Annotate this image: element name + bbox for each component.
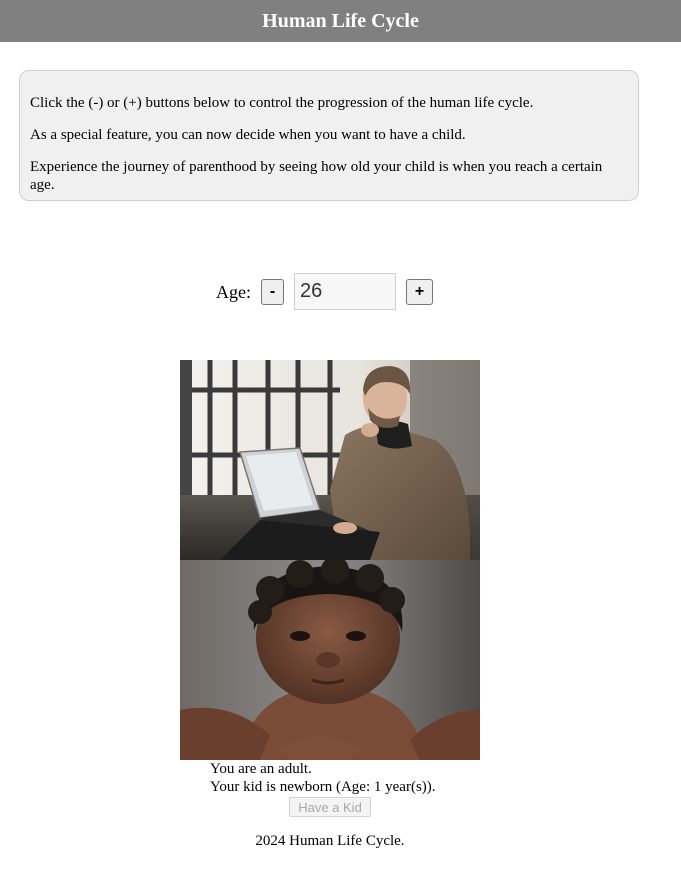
adult-photo-image <box>180 360 480 560</box>
have-a-kid-button[interactable]: Have a Kid <box>289 797 371 817</box>
page-header: Human Life Cycle <box>0 0 681 42</box>
increment-age-button[interactable]: + <box>406 279 433 305</box>
age-control: Age: - 26 + <box>0 273 681 310</box>
age-input[interactable]: 26 <box>294 273 396 310</box>
footer-text: 2024 Human Life Cycle. <box>255 833 405 849</box>
adult-status-text: You are an adult. <box>210 761 312 777</box>
page-title: Human Life Cycle <box>262 10 419 32</box>
kid-photo <box>180 560 480 760</box>
kid-status-text: Your kid is newborn (Age: 1 year(s)). <box>210 779 436 795</box>
instruction-line: As a special feature, you can now decide… <box>30 127 466 143</box>
decrement-age-button[interactable]: - <box>261 279 284 305</box>
age-label: Age: <box>216 282 251 302</box>
instruction-line: Click the (-) or (+) buttons below to co… <box>30 95 534 111</box>
kid-photo-image <box>180 560 480 760</box>
instruction-line: Experience the journey of parenthood by … <box>30 159 603 193</box>
instructions-box: Click the (-) or (+) buttons below to co… <box>19 70 639 201</box>
adult-photo <box>180 360 480 560</box>
